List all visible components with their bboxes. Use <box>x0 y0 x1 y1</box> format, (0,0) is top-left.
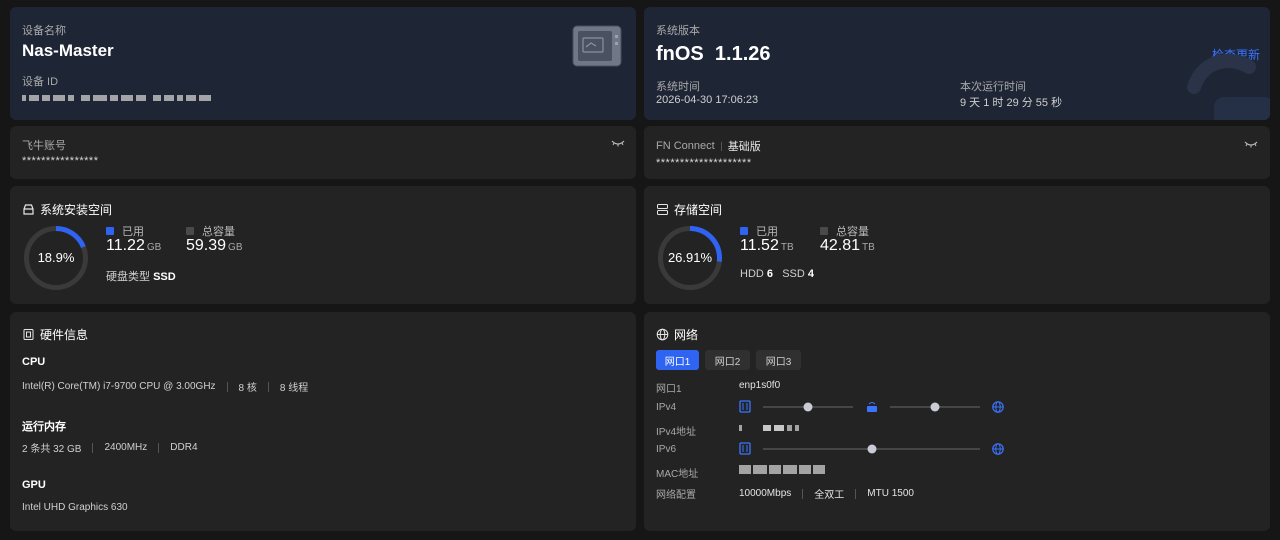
storage-icon <box>657 204 668 215</box>
hardware-title-text: 硬件信息 <box>40 328 89 342</box>
device-name: Nas-Master <box>22 41 114 60</box>
fn-connect-label: FN Connect <box>656 140 715 152</box>
gpu-info: Intel UHD Graphics 630 <box>22 502 128 513</box>
uptime: 9 天 1 时 29 分 55 秒 <box>960 97 1063 109</box>
port-value: enp1s0f0 <box>739 380 781 391</box>
memory-label: 运行内存 <box>22 421 66 433</box>
account-masked: **************** <box>22 155 99 167</box>
ipv4-key: IPv4 <box>656 402 677 413</box>
hardware-card: 硬件信息 CPU Intel(R) Core(TM) i7-9700 CPU @… <box>10 312 636 531</box>
install-total-value: 59.39 GB <box>186 237 243 254</box>
fn-connect-masked: ******************** <box>656 157 752 169</box>
ipv6-topology <box>739 442 1004 455</box>
router-icon <box>867 402 877 412</box>
nas-device-icon <box>572 25 622 67</box>
install-space-title: 系统安装空间 <box>22 201 112 218</box>
eye-closed-icon[interactable] <box>611 139 625 147</box>
disk-icon <box>23 204 34 215</box>
globe-icon <box>656 328 669 341</box>
memory-info: 2 条共 32 GB 2400MHz DDR4 <box>22 442 198 455</box>
tab-port-1[interactable]: 网口1 <box>656 350 699 370</box>
cpu-label: CPU <box>22 356 46 368</box>
account-label: 飞牛账号 <box>22 140 66 152</box>
system-version: fnOS 1.1.26 <box>656 43 771 65</box>
mac-key: MAC地址 <box>656 469 699 480</box>
eye-closed-icon[interactable] <box>1244 140 1258 148</box>
storage-title-text: 存储空间 <box>674 203 723 217</box>
network-title: 网络 <box>656 326 698 343</box>
system-card: 系统版本 fnOS 1.1.26 检查更新 系统时间 2026-04-30 17… <box>644 7 1270 120</box>
install-used-value: 11.22 GB <box>106 237 162 254</box>
device-name-label: 设备名称 <box>22 25 66 37</box>
internet-globe-icon <box>992 401 1004 413</box>
chip-icon <box>23 329 34 340</box>
storage-card: 存储空间 26.91% 已用 11.52 TB 总容量 42.81 TB HDD 6… <box>644 186 1270 304</box>
device-id-masked <box>22 95 211 101</box>
storage-title: 存储空间 <box>656 201 722 218</box>
ipv4-topology <box>739 400 1004 413</box>
network-title-text: 网络 <box>674 328 699 342</box>
install-disk-type: 硬盘类型 SSD <box>106 271 176 283</box>
install-space-title-text: 系统安装空间 <box>40 203 113 217</box>
storage-percent: 26.91% <box>667 250 713 265</box>
uptime-label: 本次运行时间 <box>960 81 1026 93</box>
network-card: 网络 网口1 网口2 网口3 网口1 enp1s0f0 IPv4 IPv4地址 … <box>644 312 1270 531</box>
gpu-label: GPU <box>22 479 46 491</box>
port-key: 网口1 <box>656 384 682 395</box>
device-id-label: 设备 ID <box>22 76 59 88</box>
storage-total-value: 42.81 TB <box>820 237 875 254</box>
fn-connect-header: FN Connect 基础版 <box>656 138 761 154</box>
hardware-title: 硬件信息 <box>22 326 88 343</box>
config-value: 10000Mbps 全双工 MTU 1500 <box>739 488 914 501</box>
cpu-info: Intel(R) Core(TM) i7-9700 CPU @ 3.00GHz 8… <box>22 381 309 394</box>
fn-connect-tier: 基础版 <box>727 141 761 153</box>
tab-port-3[interactable]: 网口3 <box>756 350 801 370</box>
config-key: 网络配置 <box>656 490 696 501</box>
tab-port-2[interactable]: 网口2 <box>705 350 750 370</box>
device-card: 设备名称 Nas-Master 设备 ID <box>10 7 636 120</box>
storage-disk-counts: HDD 6 SSD 4 <box>740 268 815 280</box>
storage-used-value: 11.52 TB <box>740 237 794 254</box>
fn-connect-card: FN Connect 基础版 ******************** <box>644 126 1270 179</box>
system-version-label: 系统版本 <box>656 25 700 37</box>
link-dot <box>803 402 813 412</box>
nas-node-icon <box>739 400 751 413</box>
mac-address-masked <box>739 465 825 474</box>
install-space-percent: 18.9% <box>37 250 75 265</box>
link-dot <box>930 402 940 412</box>
install-space-card: 系统安装空间 18.9% 已用 11.22 GB 总容量 59.39 GB 硬盘类型… <box>10 186 636 304</box>
account-card: 飞牛账号 **************** <box>10 126 636 179</box>
ipv6-key: IPv6 <box>656 444 677 455</box>
ipv4-address-key: IPv4地址 <box>656 427 697 438</box>
fnos-watermark-logo <box>1187 54 1270 120</box>
system-time: 2026-04-30 17:06:23 <box>656 94 759 106</box>
system-time-label: 系统时间 <box>656 81 700 93</box>
ipv4-address-masked <box>739 425 799 431</box>
